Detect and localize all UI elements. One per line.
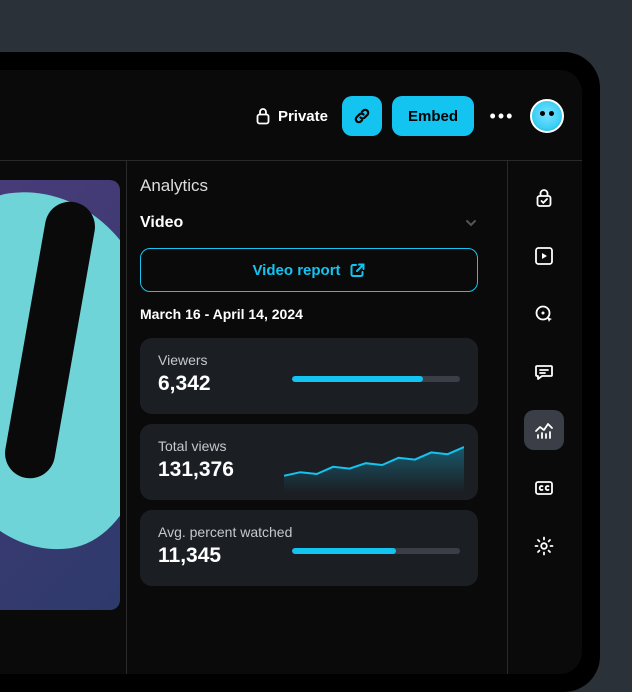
panel-title: Analytics	[140, 176, 478, 196]
vertical-divider-right	[507, 160, 508, 674]
right-rail	[522, 178, 566, 566]
embed-label: Embed	[408, 108, 458, 125]
vertical-divider-left	[126, 160, 127, 674]
rail-player-button[interactable]	[524, 236, 564, 276]
progress-track	[292, 376, 460, 382]
gear-icon	[533, 535, 555, 557]
cc-icon	[533, 477, 555, 499]
analytics-icon	[533, 419, 555, 441]
app-screen: Private Embed •••	[0, 70, 582, 674]
chat-icon	[533, 361, 555, 383]
avatar[interactable]	[530, 99, 564, 133]
progress-track	[292, 548, 460, 554]
external-link-icon	[349, 262, 366, 279]
chevron-down-icon[interactable]	[464, 216, 478, 230]
rail-settings-button[interactable]	[524, 526, 564, 566]
tab-video[interactable]: Video	[140, 214, 183, 232]
stat-card-avg-watched[interactable]: Avg. percent watched 11,345	[140, 510, 478, 586]
stat-label: Viewers	[158, 352, 460, 368]
target-cursor-icon	[533, 303, 555, 325]
ellipsis-icon: •••	[490, 106, 515, 127]
video-thumbnail[interactable]	[0, 180, 120, 610]
copy-link-button[interactable]	[342, 96, 382, 136]
tab-row: Video	[140, 214, 478, 232]
rail-analytics-button[interactable]	[524, 410, 564, 450]
device-frame: Private Embed •••	[0, 52, 600, 692]
stat-card-total-views[interactable]: Total views 131,376	[140, 424, 478, 500]
rail-interactivity-button[interactable]	[524, 294, 564, 334]
lock-check-icon	[533, 187, 555, 209]
privacy-label: Private	[278, 108, 328, 125]
embed-button[interactable]: Embed	[392, 96, 474, 136]
progress-fill	[292, 376, 423, 382]
rail-comments-button[interactable]	[524, 352, 564, 392]
sparkline-chart	[284, 438, 464, 492]
rail-privacy-button[interactable]	[524, 178, 564, 218]
date-range: March 16 - April 14, 2024	[140, 306, 478, 322]
link-icon	[352, 106, 372, 126]
video-report-button[interactable]: Video report	[140, 248, 478, 292]
privacy-toggle[interactable]: Private	[251, 101, 332, 131]
lock-icon	[255, 107, 271, 125]
report-label: Video report	[252, 262, 340, 279]
more-menu-button[interactable]: •••	[484, 96, 520, 136]
rail-captions-button[interactable]	[524, 468, 564, 508]
play-square-icon	[533, 245, 555, 267]
horizontal-divider	[0, 160, 582, 161]
stat-label: Avg. percent watched	[158, 524, 460, 540]
analytics-panel: Analytics Video Video report March 16 - …	[140, 176, 478, 596]
topbar: Private Embed •••	[251, 96, 564, 136]
stat-card-viewers[interactable]: Viewers 6,342	[140, 338, 478, 414]
progress-fill	[292, 548, 396, 554]
